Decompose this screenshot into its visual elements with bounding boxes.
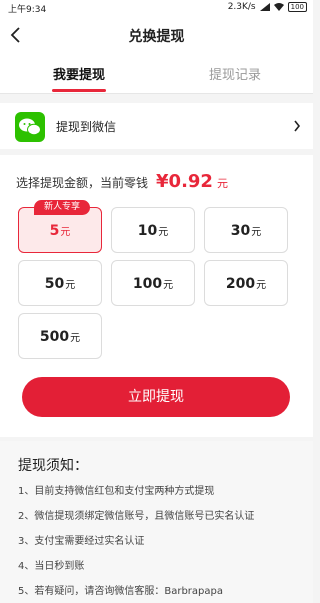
page-title: 兑换提现 [128,29,185,45]
amount-prompt: 选择提现金额，当前零钱 [16,176,149,190]
network-speed: 2.3K/s [227,2,256,12]
option-unit: 元 [65,280,76,291]
option-amount: 5 [49,223,60,239]
amount-option-500[interactable]: 500元 [18,313,102,359]
withdraw-notice: 提现须知： 1、目前支持微信红包和支付宝两种方式提现 2、微信提现须绑定微信账号… [0,441,313,603]
tab-bar: 我要提现 提现记录 [0,54,313,94]
withdraw-now-button[interactable]: 立即提现 [22,377,290,417]
status-bar: 上午9:34 2.3K/s 100 [0,0,313,16]
option-amount: 200 [225,276,256,292]
option-unit: 元 [256,280,267,291]
status-right: 2.3K/s 100 [228,2,307,12]
notice-item: 3、支付宝需要经过实名认证 [18,536,145,547]
withdraw-method-wechat[interactable]: 提现到微信 [0,103,313,149]
notice-item: 2、微信提现须绑定微信账号，且微信账号已实名认证 [18,511,255,522]
method-label: 提现到微信 [56,120,117,134]
notice-item: 1、目前支持微信红包和支付宝两种方式提现 [18,486,215,497]
amount-option-10[interactable]: 10元 [111,207,195,253]
option-unit: 元 [158,227,169,238]
new-user-badge: 新人专享 [34,200,90,215]
option-amount: 100 [132,276,163,292]
option-unit: 元 [251,227,262,238]
status-time: 上午9:34 [8,5,47,15]
tab-withdraw[interactable]: 我要提现 [29,64,129,83]
option-unit: 元 [60,227,71,238]
wechat-icon [15,112,45,142]
option-unit: 元 [163,280,174,291]
chevron-right-icon [294,120,301,132]
active-tab-indicator [52,89,106,92]
amount-option-200[interactable]: 200元 [204,260,288,306]
option-unit: 元 [70,333,81,344]
amount-option-50[interactable]: 50元 [18,260,102,306]
balance-unit: 元 [216,177,228,190]
amount-panel: 选择提现金额，当前零钱 ¥0.92 元 新人专享 5元 10元 30元 50元 … [0,155,313,437]
wifi-icon [273,3,284,11]
amount-option-100[interactable]: 100元 [111,260,195,306]
battery-icon: 100 [287,2,307,12]
option-amount: 500 [39,329,70,345]
amount-option-30[interactable]: 30元 [204,207,288,253]
nav-bar: 兑换提现 [0,16,313,54]
notice-title: 提现须知： [18,458,88,474]
signal-icon [259,3,270,11]
notice-item: 5、若有疑问，请咨询微信客服：Barbrapapa [18,586,223,597]
option-amount: 30 [230,223,251,239]
tab-withdraw-records[interactable]: 提现记录 [185,64,285,83]
balance-row: 选择提现金额，当前零钱 ¥0.92 元 [16,171,228,192]
balance-value: ¥0.92 [156,171,213,192]
notice-item: 4、当日秒到账 [18,561,85,572]
option-amount: 50 [44,276,65,292]
option-amount: 10 [137,223,158,239]
